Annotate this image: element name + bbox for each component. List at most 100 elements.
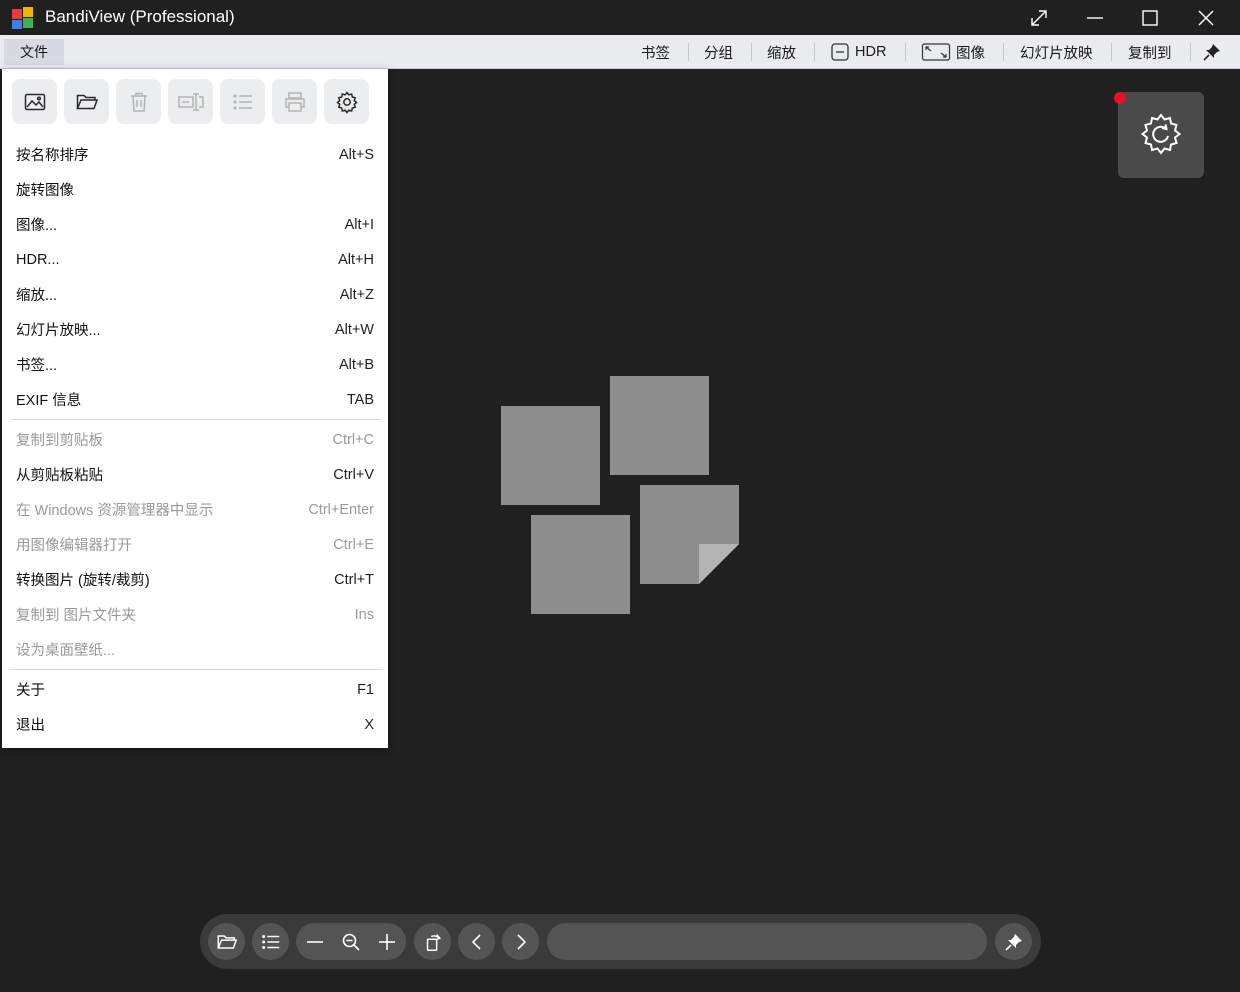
hdr-menu[interactable]: HDR bbox=[830, 35, 886, 69]
divider bbox=[1003, 43, 1004, 61]
menu-item-label: 在 Windows 资源管理器中显示 bbox=[16, 503, 214, 519]
bookmark-menu[interactable]: 书签 bbox=[641, 35, 670, 69]
plus-icon bbox=[378, 933, 395, 950]
zoom-menu[interactable]: 缩放 bbox=[767, 35, 796, 69]
rotate-button[interactable] bbox=[414, 923, 451, 960]
menu-bar: 文件 书签 分组 缩放 HDR 图像 幻灯片放映 复制到 bbox=[0, 35, 1240, 69]
menu-item-shortcut: Ctrl+C bbox=[332, 431, 375, 448]
menu-item-sort-by-name[interactable]: 按名称排序 Alt+S bbox=[2, 137, 388, 172]
menu-item-shortcut: Alt+Z bbox=[339, 286, 374, 303]
list-icon bbox=[232, 93, 252, 110]
menu-item-label: 退出 bbox=[16, 718, 45, 734]
slideshow-label: 幻灯片放映 bbox=[1020, 45, 1093, 62]
menu-item-copy-to-clipboard[interactable]: 复制到剪贴板 Ctrl+C bbox=[2, 422, 388, 457]
menu-item-shortcut: Alt+S bbox=[338, 146, 374, 163]
menu-item-rotate-image[interactable]: 旋转图像 bbox=[2, 172, 388, 207]
zoom-in-button[interactable] bbox=[368, 923, 405, 960]
menu-divider bbox=[10, 419, 382, 420]
update-settings-button[interactable] bbox=[1118, 92, 1204, 178]
rename-button[interactable] bbox=[168, 79, 213, 124]
previous-button[interactable] bbox=[458, 923, 495, 960]
open-image-button[interactable] bbox=[12, 79, 57, 124]
menu-item-shortcut: Ctrl+E bbox=[333, 536, 374, 553]
menu-divider bbox=[10, 669, 382, 670]
menu-item-label: EXIF 信息 bbox=[16, 393, 82, 409]
dropdown-icon-row bbox=[12, 79, 369, 124]
menu-item-hdr[interactable]: HDR... Alt+H bbox=[2, 242, 388, 277]
pin-toolbar-button[interactable] bbox=[995, 923, 1032, 960]
menu-item-shortcut: Alt+W bbox=[334, 321, 374, 338]
menu-item-label: 用图像编辑器打开 bbox=[16, 538, 132, 554]
slideshow-menu[interactable]: 幻灯片放映 bbox=[1020, 35, 1093, 69]
zoom-fit-button[interactable] bbox=[332, 923, 369, 960]
notification-dot bbox=[1114, 92, 1126, 104]
close-icon bbox=[1198, 10, 1214, 25]
menu-item-label: 图像... bbox=[16, 218, 58, 234]
minimize-button[interactable] bbox=[1067, 0, 1123, 35]
group-menu[interactable]: 分组 bbox=[704, 35, 733, 69]
menu-item-about[interactable]: 关于 F1 bbox=[2, 672, 388, 707]
copy-to-label: 复制到 bbox=[1128, 45, 1172, 62]
menu-item-shortcut: Ctrl+V bbox=[333, 466, 374, 483]
zoom-controls bbox=[296, 923, 406, 960]
settings-icon bbox=[335, 90, 358, 114]
maximize-button[interactable] bbox=[1122, 0, 1178, 35]
zoom-out-button[interactable] bbox=[296, 923, 333, 960]
menu-item-show-in-explorer[interactable]: 在 Windows 资源管理器中显示 Ctrl+Enter bbox=[2, 492, 388, 527]
pin-button[interactable] bbox=[1203, 35, 1221, 69]
menu-item-open-with-editor[interactable]: 用图像编辑器打开 Ctrl+E bbox=[2, 527, 388, 562]
rotate-icon bbox=[426, 933, 441, 951]
file-menu[interactable]: 文件 bbox=[4, 39, 64, 65]
chevron-left-icon bbox=[471, 933, 481, 950]
file-list-button[interactable] bbox=[252, 923, 289, 960]
menu-item-exif-info[interactable]: EXIF 信息 TAB bbox=[2, 382, 388, 417]
image-menu[interactable]: 图像 bbox=[921, 35, 985, 69]
menu-item-zoom[interactable]: 缩放... Alt+Z bbox=[2, 277, 388, 312]
menu-item-shortcut: Alt+I bbox=[344, 216, 374, 233]
menu-item-image[interactable]: 图像... Alt+I bbox=[2, 207, 388, 242]
close-button[interactable] bbox=[1178, 0, 1234, 35]
window-title: BandiView (Professional) bbox=[45, 7, 235, 26]
navigation-slider[interactable] bbox=[547, 923, 987, 960]
settings-button[interactable] bbox=[324, 79, 369, 124]
fullscreen-button[interactable] bbox=[1011, 0, 1067, 35]
menu-item-copy-to-pictures[interactable]: 复制到 图片文件夹 Ins bbox=[2, 597, 388, 632]
list-button[interactable] bbox=[220, 79, 265, 124]
menu-item-label: 幻灯片放映... bbox=[16, 323, 101, 339]
image-label: 图像 bbox=[956, 45, 985, 62]
divider bbox=[1190, 43, 1191, 61]
menu-item-label: 书签... bbox=[16, 358, 58, 374]
menu-item-exit[interactable]: 退出 X bbox=[2, 707, 388, 742]
menu-item-label: 关于 bbox=[16, 683, 45, 699]
menu-item-set-wallpaper[interactable]: 设为桌面壁纸... bbox=[2, 632, 388, 667]
open-folder-button[interactable] bbox=[64, 79, 109, 124]
next-button[interactable] bbox=[502, 923, 539, 960]
divider bbox=[688, 43, 689, 61]
menu-item-slideshow[interactable]: 幻灯片放映... Alt+W bbox=[2, 312, 388, 347]
menu-item-bookmark[interactable]: 书签... Alt+B bbox=[2, 347, 388, 382]
menu-item-shortcut: F1 bbox=[357, 681, 374, 698]
minimize-icon bbox=[1087, 16, 1103, 19]
copy-to-menu[interactable]: 复制到 bbox=[1128, 35, 1172, 69]
print-button[interactable] bbox=[272, 79, 317, 124]
maximize-icon bbox=[1142, 9, 1158, 26]
menu-item-paste-from-clipboard[interactable]: 从剪贴板粘贴 Ctrl+V bbox=[2, 457, 388, 492]
list-icon bbox=[261, 934, 279, 949]
rename-icon bbox=[177, 92, 204, 111]
menu-item-shortcut: Ins bbox=[354, 606, 374, 623]
magnifier-icon bbox=[342, 933, 360, 951]
menu-item-convert-image[interactable]: 转换图片 (旋转/裁剪) Ctrl+T bbox=[2, 562, 388, 597]
minus-icon bbox=[306, 940, 323, 943]
open-folder-button[interactable] bbox=[208, 923, 245, 960]
delete-button[interactable] bbox=[116, 79, 161, 124]
settings-refresh-icon bbox=[1140, 113, 1182, 155]
menu-item-label: 复制到剪贴板 bbox=[16, 433, 103, 449]
bookmark-label: 书签 bbox=[641, 45, 670, 62]
open-folder-icon bbox=[216, 934, 237, 949]
print-icon bbox=[284, 91, 305, 112]
hdr-minus-icon bbox=[831, 43, 849, 61]
divider bbox=[1111, 43, 1112, 61]
chevron-right-icon bbox=[516, 933, 526, 950]
zoom-label: 缩放 bbox=[767, 45, 796, 62]
menu-item-label: 旋转图像 bbox=[16, 183, 74, 199]
